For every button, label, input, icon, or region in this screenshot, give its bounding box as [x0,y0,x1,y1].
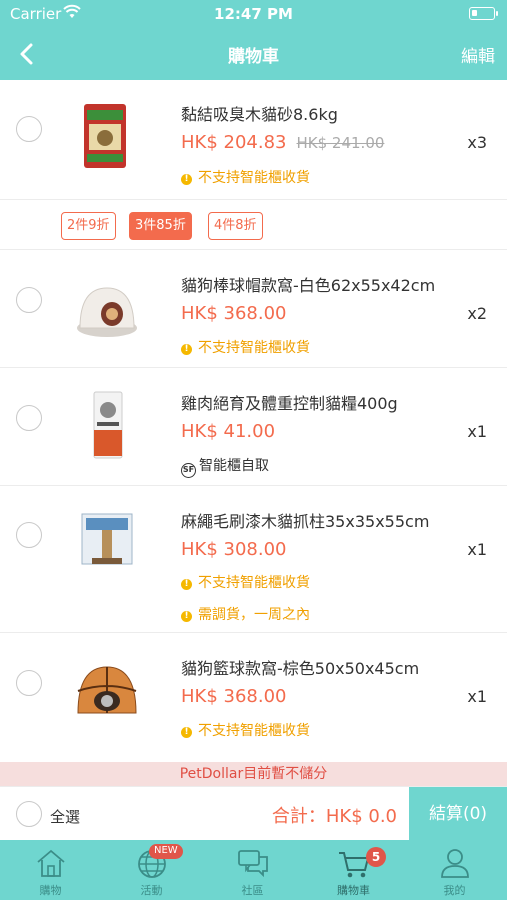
clock: 12:47 PM [214,5,293,23]
item-note-text: 不支持智能櫃收貨 [198,340,310,356]
tab-community[interactable]: 社區 [202,840,303,900]
cart-icon [339,852,370,878]
product-image-cat-food [93,391,123,459]
item-quantity: x3 [467,133,487,152]
item-current-price: HK$ 368.00 [181,686,287,707]
info-icon: ! [181,611,192,622]
tab-label: 活動 [140,884,163,897]
tab-shopping[interactable]: 購物 [0,840,101,900]
checkout-button[interactable]: 結算(0) [409,787,507,841]
info-icon: ! [181,579,192,590]
item-note: ! 不支持智能櫃收貨 [181,337,310,357]
tab-label: 我的 [443,884,466,897]
tab-label: 社區 [241,884,264,897]
item-checkbox[interactable] [16,405,42,431]
item-note-text: 不支持智能櫃收貨 [198,170,310,186]
product-image-cat-litter [84,104,126,168]
item-quantity: x1 [467,422,487,441]
tab-label: 購物 [39,884,62,897]
cart-item: 黏結吸臭木貓砂8.6kg HK$ 204.83 HK$ 241.00 x3 ! 不支… [0,80,507,200]
cart-item: 雞肉絕育及體重控制貓糧400g HK$ 41.00 x1 SF 智能櫃自取 [0,368,507,486]
cart-count-badge: 5 [366,847,386,867]
total-amount: 合計：HK$ 0.0 [271,806,397,827]
item-note: ! 不支持智能櫃收貨 [181,167,310,187]
edit-button[interactable]: 編輯 [461,42,495,67]
item-current-price: HK$ 204.83 [181,132,287,153]
promo-tag-selected[interactable]: 3件85折 [129,212,192,240]
item-note: ! 不支持智能櫃收貨 [181,572,310,592]
info-icon: ! [181,344,192,355]
select-all-checkbox[interactable] [16,801,42,827]
new-badge: NEW [149,844,183,859]
cart-list[interactable]: 黏結吸臭木貓砂8.6kg HK$ 204.83 HK$ 241.00 x3 ! 不支… [0,80,507,762]
item-quantity: x1 [467,540,487,559]
select-all-label[interactable]: 全選 [50,806,80,827]
item-price: HK$ 204.83 HK$ 241.00 [181,132,384,153]
product-image-basketball-bed [77,666,137,714]
cart-item: 貓狗棒球帽款窩-白色62x55x42cm HK$ 368.00 x2 ! 不支持智… [0,250,507,368]
tab-bar: 購物 NEW 活動 社區 5 購物車 我的 [0,840,507,900]
item-checkbox[interactable] [16,287,42,313]
product-image-scratching-post [81,513,133,565]
item-quantity: x1 [467,687,487,706]
tab-activities[interactable]: NEW 活動 [101,840,202,900]
item-original-price: HK$ 241.00 [296,134,385,152]
promo-tag[interactable]: 4件8折 [208,212,263,240]
home-icon [37,849,65,877]
tab-label: 購物車 [337,884,370,897]
page-title: 購物車 [228,47,279,67]
item-name[interactable]: 黏結吸臭木貓砂8.6kg [181,101,338,125]
nav-bar: 購物車 編輯 [0,28,507,80]
info-icon: ! [181,174,192,185]
item-note-text: 智能櫃自取 [199,458,269,474]
item-name[interactable]: 麻繩毛刷漆木貓抓柱35x35x55cm [181,508,429,532]
item-name[interactable]: 雞肉絕育及體重控制貓糧400g [181,390,398,414]
item-note-text: 需調貨，一周之內 [198,607,310,623]
item-current-price: HK$ 368.00 [181,303,287,324]
info-icon: ! [181,727,192,738]
item-checkbox[interactable] [16,116,42,142]
item-note: ! 需調貨，一周之內 [181,604,310,624]
tab-profile[interactable]: 我的 [404,840,505,900]
status-bar: Carrier 12:47 PM [0,0,507,28]
item-current-price: HK$ 41.00 [181,421,276,442]
item-name[interactable]: 貓狗籃球款窩-棕色50x50x45cm [181,655,419,679]
petdollar-notice: PetDollar目前暫不儲分 [0,762,507,786]
cart-item: 貓狗籃球款窩-棕色50x50x45cm HK$ 368.00 x1 ! 不支持智能… [0,633,507,751]
product-image-pet-bed-white [77,287,137,337]
sf-express-icon: SF [181,463,196,478]
item-note-text: 不支持智能櫃收貨 [198,575,310,591]
checkout-bar: 全選 合計：HK$ 0.0 結算(0) [0,786,507,841]
item-current-price: HK$ 308.00 [181,539,287,560]
promo-tag[interactable]: 2件9折 [61,212,116,240]
item-note: ! 不支持智能櫃收貨 [181,720,310,740]
chat-icon [238,850,268,878]
item-checkbox[interactable] [16,670,42,696]
item-name[interactable]: 貓狗棒球帽款窩-白色62x55x42cm [181,272,435,296]
promo-tags: 2件9折 3件85折 4件8折 [0,200,507,250]
item-checkbox[interactable] [16,522,42,548]
item-note: SF 智能櫃自取 [181,455,269,478]
item-note-text: 不支持智能櫃收貨 [198,723,310,739]
tab-cart[interactable]: 5 購物車 [303,840,404,900]
cart-item: 麻繩毛刷漆木貓抓柱35x35x55cm HK$ 308.00 x1 ! 不支持智能… [0,486,507,633]
person-icon [441,849,469,878]
item-quantity: x2 [467,304,487,323]
battery-icon [469,7,498,20]
